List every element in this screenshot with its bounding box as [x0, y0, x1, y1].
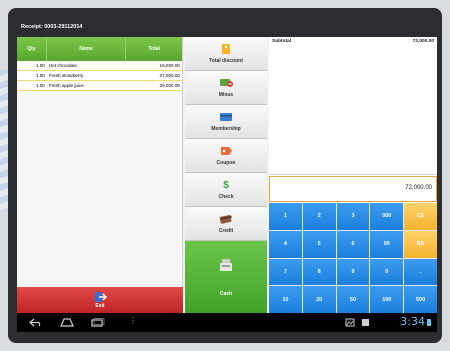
- row-qty: 1.00: [35, 83, 45, 88]
- exit-button[interactable]: Exit: [17, 287, 183, 313]
- check-label: Check: [218, 194, 234, 200]
- membership-button[interactable]: Membership: [185, 105, 267, 139]
- membership-card-icon: [219, 111, 233, 123]
- key-20[interactable]: 20: [302, 286, 336, 313]
- subtotal-label: Subtotal: [272, 39, 292, 44]
- status-clock: 3:34: [400, 315, 425, 328]
- recent-apps-icon[interactable]: [91, 318, 105, 327]
- key-100[interactable]: 100: [370, 286, 404, 313]
- key-00[interactable]: 00: [370, 230, 404, 258]
- dollar-icon: $: [223, 179, 229, 191]
- row-total: 29,000.00: [159, 83, 180, 88]
- key-1[interactable]: 1: [269, 203, 302, 230]
- battery-icon: [427, 319, 431, 326]
- credit-card-icon: [219, 213, 233, 225]
- order-row[interactable]: 1.00 Hot chocolate 16,000.00: [17, 61, 182, 71]
- key-2[interactable]: 2: [302, 203, 336, 230]
- key-8[interactable]: 8: [302, 258, 336, 286]
- key-50[interactable]: 50: [336, 286, 370, 313]
- row-name: Fresh strawberry: [48, 73, 84, 78]
- key-7[interactable]: 7: [269, 258, 302, 286]
- amount-input[interactable]: 72,000.00: [269, 176, 437, 202]
- total-discount-label: Total discount: [209, 58, 243, 64]
- key-500[interactable]: 500: [404, 286, 437, 313]
- cash-register-icon: [220, 259, 232, 271]
- column-name[interactable]: Name: [47, 37, 127, 61]
- android-nav-bar: ⋮ 3:34: [17, 313, 437, 332]
- subtotal-value: 72,000.00: [412, 39, 434, 44]
- function-panel: Total discount Minus Membership Coupon $…: [185, 37, 267, 313]
- numeric-keypad: 1 2 3 000 CE 4 5 6 00 BS 7 8 9 0 . 10 20…: [269, 203, 437, 313]
- notification-icon: [362, 319, 369, 326]
- row-qty: 1.00: [35, 73, 45, 78]
- credit-label: Credit: [218, 228, 234, 234]
- credit-button[interactable]: Credit: [185, 207, 267, 241]
- payment-panel: Subtotal 72,000.00 72,000.00 1 2 3 000 C…: [269, 37, 437, 313]
- cash-button[interactable]: Cash: [185, 241, 267, 313]
- pos-screen: Receipt: 0003-29112014 Qty Name Total 1.…: [17, 17, 437, 332]
- key-5[interactable]: 5: [302, 230, 336, 258]
- order-panel: Qty Name Total 1.00 Hot chocolate 16,000…: [17, 37, 183, 313]
- key-9[interactable]: 9: [336, 258, 370, 286]
- key-decimal[interactable]: .: [404, 258, 437, 286]
- order-row[interactable]: 1.00 Fresh apple juice 29,000.00: [17, 81, 182, 91]
- row-name: Hot chocolate: [48, 63, 77, 68]
- exit-label: Exit: [95, 303, 105, 309]
- row-qty: 1.00: [35, 63, 45, 68]
- order-row[interactable]: 1.00 Fresh strawberry 27,000.00: [17, 71, 182, 81]
- row-total: 27,000.00: [159, 73, 180, 78]
- coupon-icon: [219, 145, 233, 157]
- screenshot-icon: [345, 318, 355, 327]
- subtotal-area: Subtotal 72,000.00: [269, 37, 437, 175]
- key-0[interactable]: 0: [370, 258, 404, 286]
- key-backspace[interactable]: BS: [404, 230, 437, 258]
- back-icon[interactable]: [29, 318, 43, 327]
- key-clear-entry[interactable]: CE: [404, 203, 437, 230]
- key-6[interactable]: 6: [336, 230, 370, 258]
- order-grid-header: Qty Name Total: [17, 37, 182, 61]
- receipt-title: Receipt: 0003-29112014: [17, 17, 437, 37]
- minus-label: Minus: [218, 92, 234, 98]
- row-total: 16,000.00: [159, 63, 180, 68]
- home-icon[interactable]: [59, 318, 75, 327]
- column-qty[interactable]: Qty: [17, 37, 47, 61]
- key-10[interactable]: 10: [269, 286, 302, 313]
- menu-icon[interactable]: ⋮: [129, 316, 137, 325]
- coupon-label: Coupon: [216, 160, 236, 166]
- discount-tag-icon: [219, 43, 233, 55]
- cash-label: Cash: [219, 291, 233, 297]
- total-discount-button[interactable]: Total discount: [185, 37, 267, 71]
- membership-label: Membership: [211, 126, 241, 132]
- minus-button[interactable]: Minus: [185, 71, 267, 105]
- coupon-button[interactable]: Coupon: [185, 139, 267, 173]
- row-name: Fresh apple juice: [48, 83, 84, 88]
- key-3[interactable]: 3: [336, 203, 370, 230]
- minus-icon: [219, 77, 233, 89]
- key-000[interactable]: 000: [370, 203, 404, 230]
- exit-icon: [95, 292, 107, 302]
- column-total[interactable]: Total: [126, 37, 182, 61]
- key-4[interactable]: 4: [269, 230, 302, 258]
- check-button[interactable]: $ Check: [185, 173, 267, 207]
